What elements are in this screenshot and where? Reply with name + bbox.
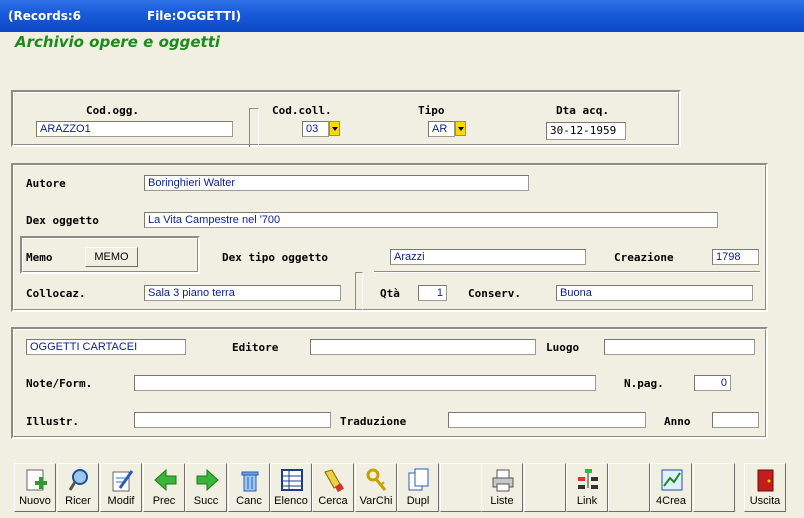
tipo-dropdown-icon[interactable] (455, 121, 466, 136)
dex-tipo-label: Dex tipo oggetto (222, 251, 328, 264)
flashlight-icon (324, 469, 344, 493)
dta-acq-field[interactable]: 30-12-1959 (546, 122, 626, 140)
collocaz-field[interactable]: Sala 3 piano terra (144, 285, 341, 301)
collocaz-label: Collocaz. (26, 287, 86, 300)
prec-button[interactable]: Prec (143, 463, 185, 512)
search-icon (68, 469, 88, 491)
note-label: Note/Form. (26, 377, 93, 390)
cod-coll-label: Cod.coll. (272, 104, 332, 117)
blank-button-1[interactable] (440, 463, 482, 512)
autore-label: Autore (26, 177, 66, 190)
exit-door-icon (757, 469, 774, 492)
file-name: File:OGGETTI) (147, 9, 242, 23)
creazione-field[interactable]: 1798 (712, 249, 759, 265)
group-separator (249, 108, 259, 147)
arrow-left-icon (154, 468, 177, 492)
editore-field[interactable] (310, 339, 536, 355)
arrow-right-icon (196, 468, 219, 492)
traduzione-field[interactable] (448, 412, 646, 428)
qta-field[interactable]: 1 (418, 285, 447, 301)
form-heading: Archivio opere e oggetti (15, 33, 221, 51)
records-count: (Records:6 (8, 9, 82, 23)
illustr-label: Illustr. (26, 415, 79, 428)
modif-button[interactable]: Modif (100, 463, 142, 512)
editore-label: Editore (232, 341, 279, 354)
blank-button-4[interactable] (693, 463, 735, 512)
tipo-field[interactable]: AR (428, 121, 455, 137)
illustr-field[interactable] (134, 412, 331, 428)
cerca-button[interactable]: Cerca (312, 463, 354, 512)
duplicate-icon (408, 468, 429, 491)
title-bar: (Records:6 File:OGGETTI) (0, 0, 804, 32)
cod-coll-dropdown-icon[interactable] (329, 121, 340, 136)
creazione-label: Creazione (614, 251, 674, 264)
link-button[interactable]: Link (566, 463, 608, 512)
inner-separator (355, 272, 363, 310)
link-tree-icon (578, 469, 598, 489)
ricer-button[interactable]: Ricer (57, 463, 99, 512)
cod-ogg-label: Cod.ogg. (86, 104, 139, 117)
category-field[interactable]: OGGETTI CARTACEI (26, 339, 186, 355)
npag-label: N.pag. (624, 377, 664, 390)
conserv-label: Conserv. (468, 287, 521, 300)
dta-acq-label: Dta acq. (556, 104, 609, 117)
cod-ogg-field[interactable]: ARAZZO1 (36, 121, 233, 137)
autore-field[interactable]: Boringhieri Walter (144, 175, 529, 191)
varchi-button[interactable]: VarChi (355, 463, 397, 512)
printer-icon (492, 469, 514, 492)
nuovo-button[interactable]: Nuovo (14, 463, 56, 512)
elenco-button[interactable]: Elenco (270, 463, 312, 512)
note-field[interactable] (134, 375, 596, 391)
dex-oggetto-label: Dex oggetto (26, 214, 99, 227)
qta-label: Qtà (380, 287, 400, 300)
luogo-field[interactable] (604, 339, 755, 355)
traduzione-label: Traduzione (340, 415, 407, 428)
uscita-button[interactable]: Uscita (744, 463, 786, 512)
luogo-label: Luogo (546, 341, 580, 354)
succ-button[interactable]: Succ (185, 463, 227, 512)
blank-button-3[interactable] (608, 463, 650, 512)
liste-button[interactable]: Liste (481, 463, 523, 512)
new-document-icon (26, 469, 47, 491)
conserv-field[interactable]: Buona (556, 285, 753, 301)
keys-icon (366, 468, 387, 491)
table-list-icon (281, 469, 303, 491)
dupl-button[interactable]: Dupl (397, 463, 439, 512)
canc-button[interactable]: Canc (228, 463, 270, 512)
anno-field[interactable] (712, 412, 759, 428)
edit-document-icon (112, 470, 134, 492)
dex-oggetto-field[interactable]: La Vita Campestre nel '700 (144, 212, 718, 228)
tipo-label: Tipo (418, 104, 445, 117)
trash-icon (241, 471, 259, 492)
anno-label: Anno (664, 415, 691, 428)
memo-label: Memo (26, 251, 53, 264)
memo-button[interactable]: MEMO (85, 247, 138, 267)
create-chart-icon (661, 469, 683, 491)
cod-coll-field[interactable]: 03 (302, 121, 329, 137)
npag-field[interactable]: 0 (694, 375, 731, 391)
toolbar: Nuovo Ricer Modif Prec Succ Canc Elenco … (10, 463, 798, 513)
blank-button-2[interactable] (524, 463, 566, 512)
dex-tipo-field[interactable]: Arazzi (390, 249, 586, 265)
divider-line (374, 271, 760, 273)
crea4-button[interactable]: 4Crea (650, 463, 692, 512)
